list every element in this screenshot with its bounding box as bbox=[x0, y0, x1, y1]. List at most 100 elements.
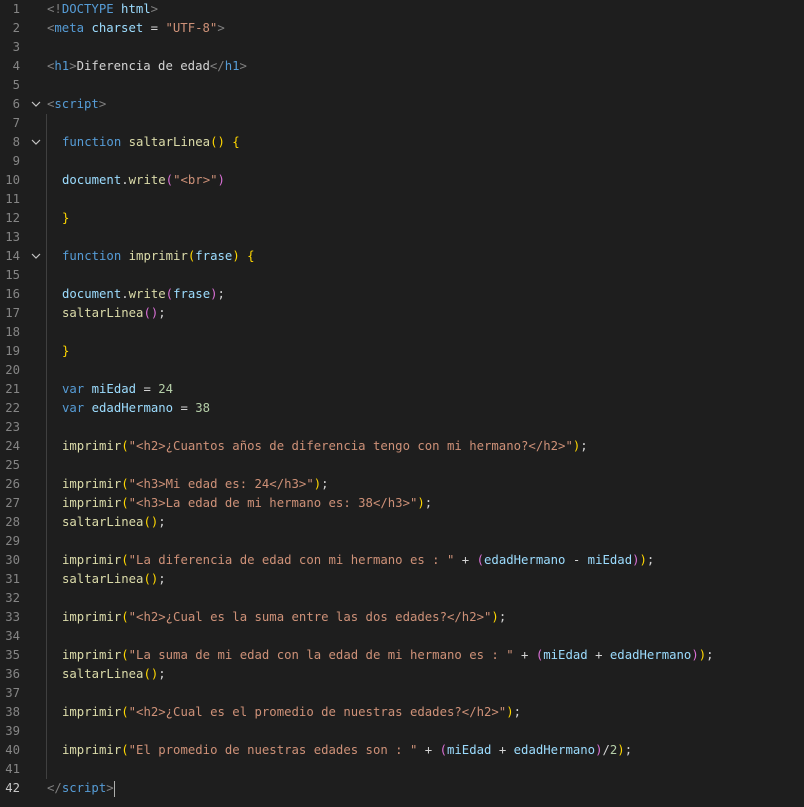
code-line[interactable]: 7 bbox=[0, 114, 804, 133]
code-line[interactable]: 16 document.write(frase); bbox=[0, 285, 804, 304]
code-line[interactable]: 28 saltarLinea(); bbox=[0, 513, 804, 532]
code-line[interactable]: 39 bbox=[0, 722, 804, 741]
code-token: + bbox=[587, 648, 610, 662]
code-line[interactable]: 2 <meta charset = "UTF-8"> bbox=[0, 19, 804, 38]
code-line[interactable]: 35 imprimir("La suma de mi edad con la ed… bbox=[0, 646, 804, 665]
code-editor[interactable]: 1 <!DOCTYPE html> 2 <meta charset = "UTF-8"… bbox=[0, 0, 804, 807]
code-line[interactable]: 20 bbox=[0, 361, 804, 380]
code-line[interactable]: 9 bbox=[0, 152, 804, 171]
code-token: ) bbox=[639, 553, 647, 567]
code-token: "<br>" bbox=[173, 173, 218, 187]
code-line[interactable]: 17 saltarLinea(); bbox=[0, 304, 804, 323]
code-line[interactable]: 31 saltarLinea(); bbox=[0, 570, 804, 589]
code-token: = bbox=[136, 382, 159, 396]
code-line[interactable]: 13 bbox=[0, 228, 804, 247]
line-number: 31 bbox=[5, 572, 20, 586]
code-line[interactable]: 42 </script> bbox=[0, 779, 804, 798]
code-line[interactable]: 23 bbox=[0, 418, 804, 437]
code-line[interactable]: 33 imprimir("<h2>¿Cual es la suma entre l… bbox=[0, 608, 804, 627]
line-number: 14 bbox=[5, 249, 20, 263]
line-number: 35 bbox=[5, 648, 20, 662]
code-line[interactable]: 34 bbox=[0, 627, 804, 646]
code-token: "<h2>¿Cuantos años de diferencia tengo c… bbox=[128, 439, 573, 453]
code-line[interactable]: 37 bbox=[0, 684, 804, 703]
line-number: 38 bbox=[5, 705, 20, 719]
code-line[interactable]: 14 function imprimir(frase) { bbox=[0, 247, 804, 266]
code-token: saltarLinea bbox=[62, 667, 144, 681]
code-token: h1 bbox=[224, 59, 240, 73]
code-text: <script> bbox=[47, 95, 106, 114]
code-line[interactable]: 19} bbox=[0, 342, 804, 361]
line-number: 41 bbox=[5, 762, 20, 776]
code-line[interactable]: 26 imprimir("<h3>Mi edad es: 24</h3>"); bbox=[0, 475, 804, 494]
code-text: imprimir("El promedio de nuestras edades… bbox=[62, 741, 632, 760]
code-line[interactable]: 36 saltarLinea(); bbox=[0, 665, 804, 684]
line-number: 22 bbox=[5, 401, 20, 415]
code-token: DOCTYPE bbox=[61, 2, 114, 16]
line-number: 3 bbox=[12, 40, 20, 54]
code-line[interactable]: 40 imprimir("El promedio de nuestras edad… bbox=[0, 741, 804, 760]
code-line[interactable]: 29 bbox=[0, 532, 804, 551]
code-token: "<h3>La edad de mi hermano es: 38</h3>" bbox=[128, 496, 418, 510]
code-line[interactable]: 12} bbox=[0, 209, 804, 228]
code-line[interactable]: 11 bbox=[0, 190, 804, 209]
code-token: <! bbox=[47, 2, 62, 16]
code-line[interactable]: 30 imprimir("La diferencia de edad con mi… bbox=[0, 551, 804, 570]
code-token: + bbox=[491, 743, 514, 757]
code-token: 38 bbox=[195, 401, 211, 415]
code-line[interactable]: 8 function saltarLinea() { bbox=[0, 133, 804, 152]
code-token: ) bbox=[417, 496, 425, 510]
chevron-down-icon[interactable] bbox=[30, 247, 42, 266]
code-token: ( bbox=[121, 648, 129, 662]
code-line[interactable]: 22 var edadHermano = 38 bbox=[0, 399, 804, 418]
code-token: imprimir bbox=[62, 553, 122, 567]
code-token: miEdad bbox=[91, 382, 137, 396]
code-token: ; bbox=[217, 287, 225, 301]
code-line[interactable]: 1 <!DOCTYPE html> bbox=[0, 0, 804, 19]
code-token: () bbox=[143, 515, 159, 529]
code-line[interactable]: 41 bbox=[0, 760, 804, 779]
code-token: + bbox=[454, 553, 477, 567]
code-token: ( bbox=[121, 743, 129, 757]
code-token: > bbox=[98, 97, 107, 111]
code-token: var bbox=[62, 401, 85, 415]
chevron-down-icon[interactable] bbox=[30, 95, 42, 114]
code-line[interactable]: 27 imprimir("<h3>La edad de mi hermano es… bbox=[0, 494, 804, 513]
line-number: 29 bbox=[5, 534, 20, 548]
line-number: 20 bbox=[5, 363, 20, 377]
line-number: 10 bbox=[5, 173, 20, 187]
code-line[interactable]: 10 document.write("<br>") bbox=[0, 171, 804, 190]
code-token: ( bbox=[476, 553, 485, 567]
code-line[interactable]: 18 bbox=[0, 323, 804, 342]
code-line[interactable]: 15 bbox=[0, 266, 804, 285]
code-token: write bbox=[128, 173, 166, 187]
line-number: 25 bbox=[5, 458, 20, 472]
code-token: miEdad bbox=[543, 648, 588, 662]
code-token: script bbox=[54, 97, 99, 111]
chevron-down-icon[interactable] bbox=[30, 133, 42, 152]
code-token: frase bbox=[195, 249, 233, 263]
code-line[interactable]: 25 bbox=[0, 456, 804, 475]
code-line[interactable]: 4 <h1>Diferencia de edad</h1> bbox=[0, 57, 804, 76]
code-token: ) bbox=[491, 610, 499, 624]
code-line[interactable]: 32 bbox=[0, 589, 804, 608]
code-line[interactable]: 21 var miEdad = 24 bbox=[0, 380, 804, 399]
code-text: imprimir("La diferencia de edad con mi h… bbox=[62, 551, 654, 570]
code-token: "El promedio de nuestras edades son : " bbox=[128, 743, 418, 757]
code-token: "<h2>¿Cual es el promedio de nuestras ed… bbox=[128, 705, 507, 719]
code-token: () bbox=[143, 306, 159, 320]
code-line[interactable]: 3 bbox=[0, 38, 804, 57]
line-number: 33 bbox=[5, 610, 20, 624]
code-token: ; bbox=[321, 477, 329, 491]
code-text: imprimir("<h3>La edad de mi hermano es: … bbox=[62, 494, 432, 513]
code-line[interactable]: 5 bbox=[0, 76, 804, 95]
code-text: function saltarLinea() { bbox=[62, 133, 240, 152]
code-token: { bbox=[232, 135, 240, 149]
text-cursor bbox=[113, 780, 115, 797]
code-token: imprimir bbox=[62, 743, 122, 757]
code-token: ; bbox=[580, 439, 588, 453]
code-line[interactable]: 6 <script> bbox=[0, 95, 804, 114]
code-line[interactable]: 24 imprimir("<h2>¿Cuantos años de diferen… bbox=[0, 437, 804, 456]
code-line[interactable]: 38 imprimir("<h2>¿Cual es el promedio de … bbox=[0, 703, 804, 722]
